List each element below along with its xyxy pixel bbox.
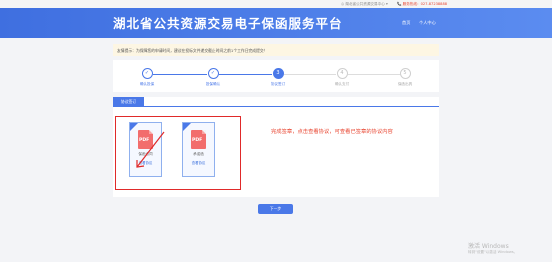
- step-number: 3: [272, 68, 284, 79]
- tab-bar: 协议签订: [113, 97, 439, 107]
- step-confirm-insure: ✓ 确认投保: [117, 68, 177, 87]
- step-label: 确认投保: [139, 82, 155, 86]
- step-confirm-payment: 4 确认支付: [312, 68, 372, 87]
- step-issue-guarantee: 5 保函出具: [375, 68, 435, 87]
- notice-banner: 友情提示：为保障您的申请时间，建议在投标文件递交截止时间之前1个工作日完成提交！: [113, 44, 439, 56]
- nav-user-center-link[interactable]: 个人中心: [419, 20, 436, 26]
- corner-tag: [183, 123, 191, 131]
- step-label: 确认支付: [334, 82, 350, 86]
- site-title: 湖北省公共资源交易电子保函服务平台: [113, 16, 343, 31]
- tab-sign-agreement[interactable]: 协议签订: [113, 97, 144, 107]
- region-selector[interactable]: ◎ 湖北省公共资源交易中心 ▾: [341, 2, 388, 7]
- step-label: 协议签订: [270, 82, 286, 86]
- step-number: 5: [399, 68, 411, 79]
- step-number: 4: [336, 68, 348, 79]
- step-insure-confirm: ✓ 投保确认: [183, 68, 243, 87]
- service-hotline: 📞 服务热线：027-87238888: [397, 1, 448, 6]
- windows-activation-watermark: 激活 Windows 转到"设置"以激活 Windows。: [468, 243, 517, 255]
- step-sign-agreement: 3 协议签订: [248, 68, 308, 87]
- watermark-line2: 转到"设置"以激活 Windows。: [468, 250, 518, 255]
- site-header: 湖北省公共资源交易电子保函服务平台 首页 个人中心: [0, 8, 552, 38]
- card-filename: 承诺函: [193, 152, 204, 156]
- nav-home-link[interactable]: 首页: [402, 20, 410, 26]
- top-utility-bar: ◎ 湖北省公共资源交易中心 ▾ 📞 服务热线：027-87238888: [0, 0, 552, 8]
- check-icon: ✓: [207, 68, 219, 79]
- view-agreement-link[interactable]: 查看协议: [183, 160, 214, 165]
- pdf-file-icon: PDF: [191, 130, 206, 149]
- annotation-text: 完成签章，点击查看协议，可查看已签章的协议内容: [271, 129, 393, 135]
- step-label: 保函出具: [397, 82, 413, 86]
- annotation-arrow-icon: [136, 131, 165, 168]
- next-step-button[interactable]: 下一步: [258, 204, 293, 214]
- check-icon: ✓: [141, 68, 153, 79]
- step-label: 投保确认: [205, 82, 221, 86]
- agreement-card-commitment[interactable]: PDF 承诺函 查看协议: [182, 122, 215, 177]
- progress-steps: ✓ 确认投保 ✓ 投保确认 3 协议签订 4 确认支付 5 保函出具: [113, 60, 439, 92]
